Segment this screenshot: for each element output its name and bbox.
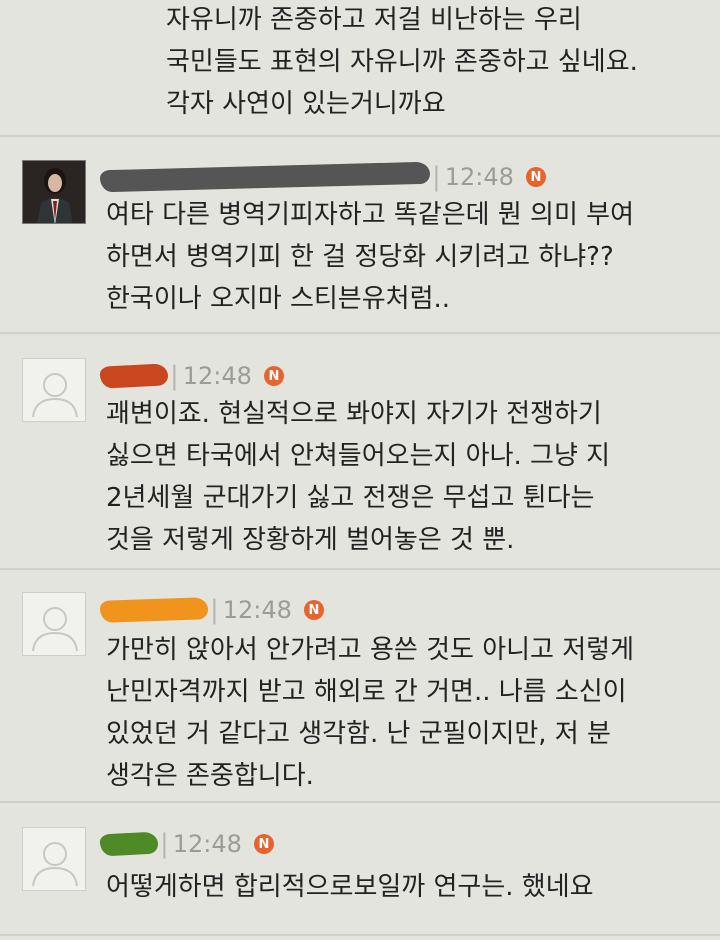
new-badge: N <box>263 366 284 386</box>
comment-item: | 12:48 N 괘변이죠. 현실적으로 봐야지 자기가 전쟁하기 싫으면 타… <box>0 334 720 570</box>
default-user-icon <box>32 607 78 652</box>
new-badge: N <box>303 600 324 620</box>
comment-text: 자유니까 존중하고 저걸 비난하는 우리 국민들도 표현의 자유니까 존중하고 … <box>166 0 702 124</box>
separator: | <box>210 595 219 625</box>
comment-line: 각자 사연이 있는거니까요 <box>166 89 446 119</box>
comment-line: 생각은 존중합니다. <box>106 761 314 791</box>
comment-time: 12:48 <box>172 830 242 858</box>
comment-meta: | 12:48 N <box>99 592 324 628</box>
divider <box>0 934 720 936</box>
default-user-icon <box>32 842 78 887</box>
comment-item: | 12:48 N 어떻게하면 합리적으로보일까 연구는. 했네요 <box>0 803 720 940</box>
new-badge: N <box>525 167 546 187</box>
comment-text: 어떻게하면 합리적으로보일까 연구는. 했네요 <box>106 867 702 907</box>
redacted-username[interactable] <box>99 597 209 623</box>
default-user-icon <box>32 373 78 418</box>
avatar[interactable] <box>22 827 86 891</box>
comment-item: 자유니까 존중하고 저걸 비난하는 우리 국민들도 표현의 자유니까 존중하고 … <box>0 0 720 137</box>
comment-meta: | 12:48 N <box>99 358 284 394</box>
comment-time: 12:48 <box>222 596 292 624</box>
avatar[interactable] <box>22 358 86 422</box>
comment-item: | 12:48 N 가만히 앉아서 안가려고 용쓴 것도 아니고 저렇게 난민자… <box>0 570 720 803</box>
comment-text: 괘변이죠. 현실적으로 봐야지 자기가 전쟁하기 싫으면 타국에서 안쳐들어오는… <box>106 394 702 560</box>
comment-text: 가만히 앉아서 안가려고 용쓴 것도 아니고 저렇게 난민자격까지 받고 해외로… <box>106 630 702 796</box>
comment-line: 가만히 앉아서 안가려고 용쓴 것도 아니고 저렇게 <box>106 635 634 665</box>
comment-line: 있었던 거 같다고 생각함. 난 군필이지만, 저 분 <box>106 719 611 749</box>
new-badge: N <box>253 834 274 854</box>
redacted-username[interactable] <box>99 831 159 857</box>
comment-line: 어떻게하면 합리적으로보일까 연구는. 했네요 <box>106 872 594 902</box>
comment-line: 싫으면 타국에서 안쳐들어오는지 아나. 그냥 지 <box>106 441 611 471</box>
avatar[interactable] <box>22 592 86 656</box>
separator: | <box>170 361 179 391</box>
comment-time: 12:48 <box>182 362 252 390</box>
redacted-username[interactable] <box>99 161 431 193</box>
comment-meta: | 12:48 N <box>99 826 274 862</box>
avatar[interactable] <box>22 160 86 224</box>
comment-line: 여타 다른 병역기피자하고 똑같은데 뭔 의미 부여 <box>106 200 634 230</box>
comment-text: 여타 다른 병역기피자하고 똑같은데 뭔 의미 부여 하면서 병역기피 한 걸 … <box>106 195 702 319</box>
comment-line: 하면서 병역기피 한 걸 정당화 시키려고 하냐?? <box>106 242 614 272</box>
redacted-username[interactable] <box>99 363 169 389</box>
comment-line: 난민자격까지 받고 해외로 간 거면.. 나름 소신이 <box>106 677 627 707</box>
comment-line: 괘변이죠. 현실적으로 봐야지 자기가 전쟁하기 <box>106 399 602 429</box>
separator: | <box>160 829 169 859</box>
comment-line: 자유니까 존중하고 저걸 비난하는 우리 <box>166 5 582 35</box>
comment-time: 12:48 <box>444 163 514 191</box>
comment-item: | 12:48 N 여타 다른 병역기피자하고 똑같은데 뭔 의미 부여 하면서… <box>0 137 720 334</box>
comment-meta: | 12:48 N <box>99 159 546 195</box>
profile-photo-icon <box>23 161 85 223</box>
comment-line: 국민들도 표현의 자유니까 존중하고 싶네요. <box>166 47 638 77</box>
separator: | <box>432 162 441 192</box>
comment-line: 한국이나 오지마 스티븐유처럼.. <box>106 284 451 314</box>
comment-line: 것을 저렇게 장황하게 벌어놓은 것 뿐. <box>106 525 515 555</box>
comment-line: 2년세월 군대가기 싫고 전쟁은 무섭고 튄다는 <box>106 483 595 513</box>
